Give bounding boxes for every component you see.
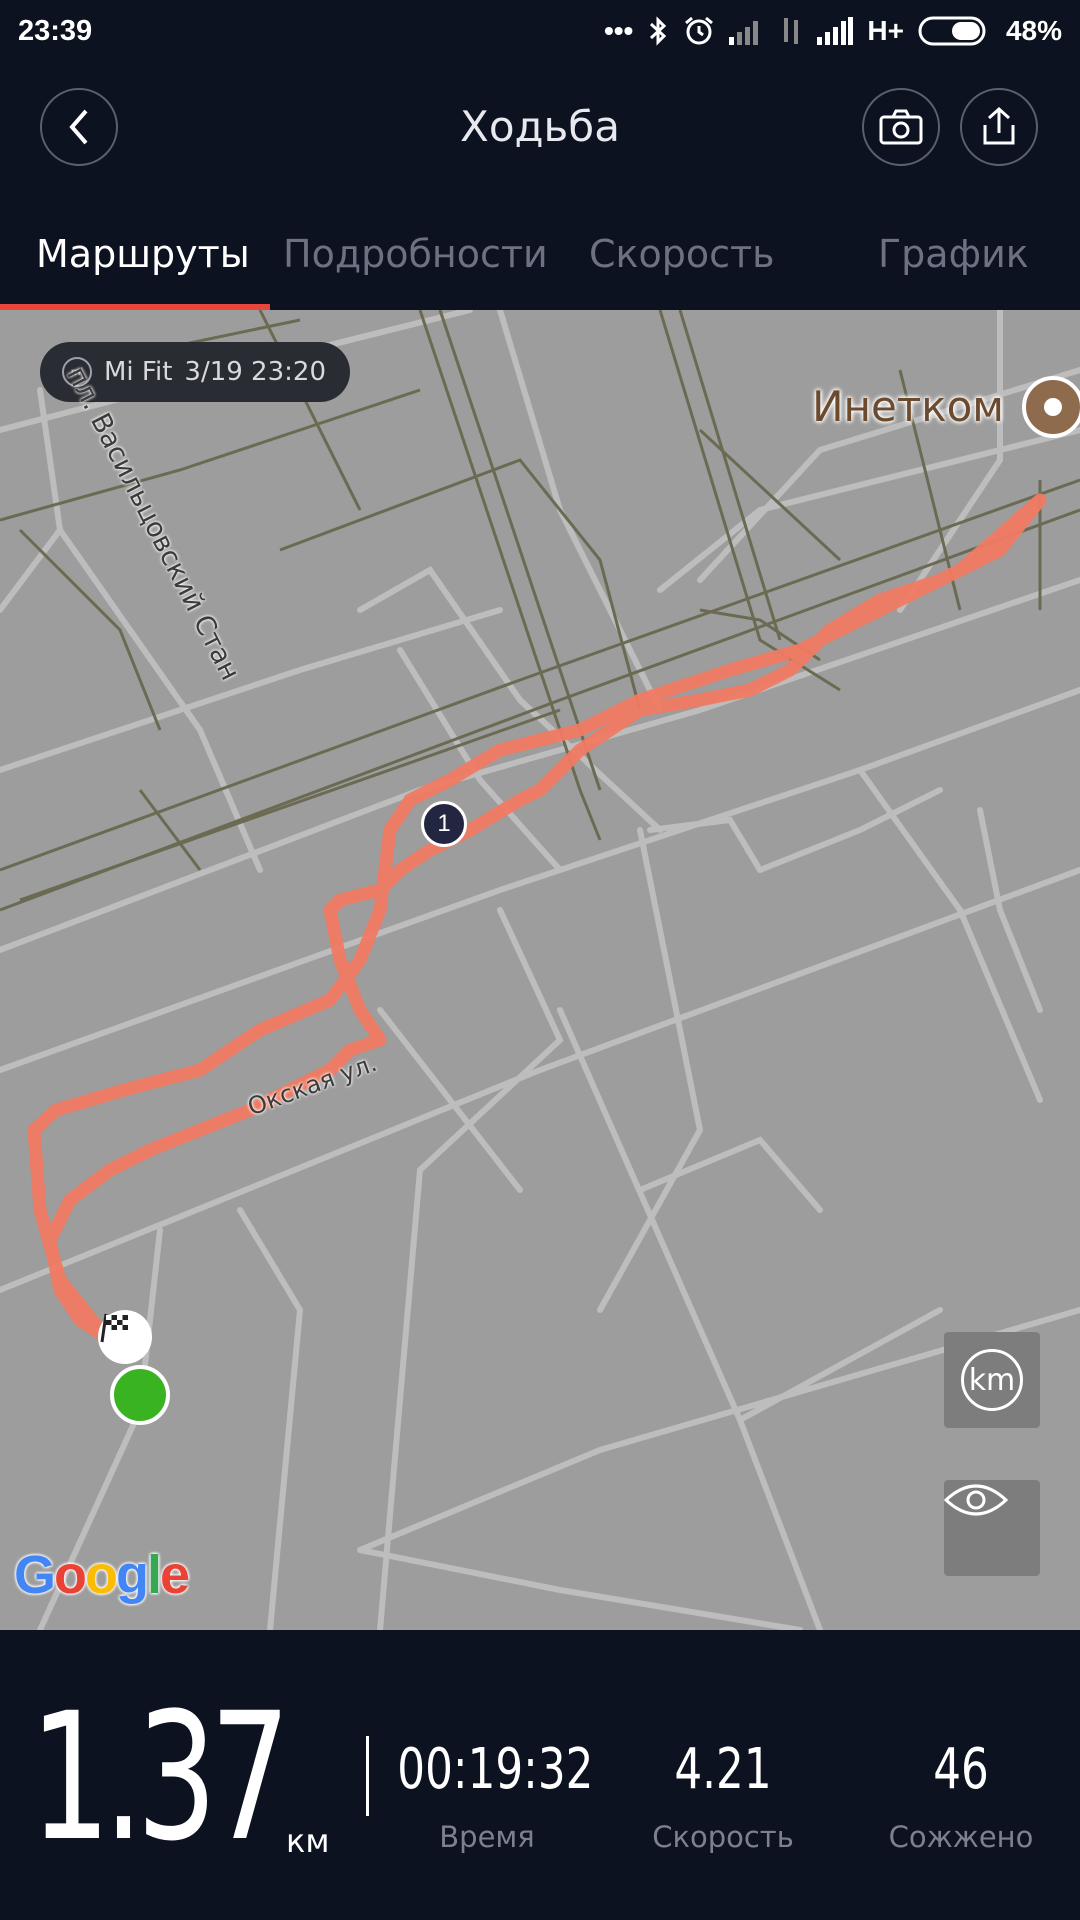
tab-bar: Маршруты Подробности Скорость График [0,192,1080,310]
data-arrows-icon [784,18,799,44]
stats-divider [366,1736,369,1816]
network-type: H+ [867,15,904,46]
distance-unit: км [286,1822,330,1860]
camera-icon [879,109,923,145]
battery-percent: 48% [1005,15,1062,46]
eye-icon [944,1484,1008,1516]
source-date: 3/19 23:20 [184,357,326,387]
workout-summary: 1.37 км 00:19:32 Время 4.21 Скорость 46 … [0,1630,1080,1920]
km-marker: 1 [421,801,467,847]
km-icon: km [961,1349,1023,1411]
app-bar: Ходьба [0,62,1080,192]
source-app: Mi Fit [104,357,173,387]
status-icons: ••• H+ 48% [604,15,1062,47]
poi-pin-icon[interactable] [1022,376,1080,438]
more-icon: ••• [603,15,634,46]
time-stat: 00:19:32 Время [372,1737,602,1855]
google-attribution: Google [14,1545,190,1605]
calories-stat: 46 Сожжено [846,1737,1076,1855]
camera-button[interactable] [862,88,940,166]
battery-icon [918,16,986,46]
tab-details[interactable]: Подробности [283,232,548,276]
share-icon [983,106,1015,145]
status-time: 23:39 [18,14,93,47]
distance-value: 1.37 [30,1675,291,1880]
visibility-button[interactable] [944,1480,1040,1576]
status-bar: 23:39 ••• H+ 48% [0,0,1080,62]
share-button[interactable] [960,88,1038,166]
time-value: 00:19:32 [397,1737,594,1802]
tab-chart[interactable]: График [878,232,1029,276]
speed-stat: 4.21 Скорость [608,1737,838,1855]
poi-label: Инетком [812,382,1004,431]
calories-value: 46 [933,1737,989,1802]
tab-speed[interactable]: Скорость [589,232,775,276]
signal-weak-icon [729,21,759,45]
finish-flag-icon [98,1310,152,1364]
alarm-icon [685,16,714,45]
unit-toggle-button[interactable]: km [944,1332,1040,1428]
bluetooth-icon [650,16,667,46]
time-label: Время [439,1820,535,1854]
start-point-icon [110,1365,170,1425]
route-map[interactable]: mi Mi Fit 3/19 23:20 пл. Васильцовский С… [0,310,1080,1630]
speed-label: Скорость [652,1820,794,1854]
calories-label: Сожжено [888,1820,1034,1854]
signal-full-icon [817,17,854,45]
speed-value: 4.21 [674,1737,772,1802]
tab-routes[interactable]: Маршруты [36,232,250,276]
